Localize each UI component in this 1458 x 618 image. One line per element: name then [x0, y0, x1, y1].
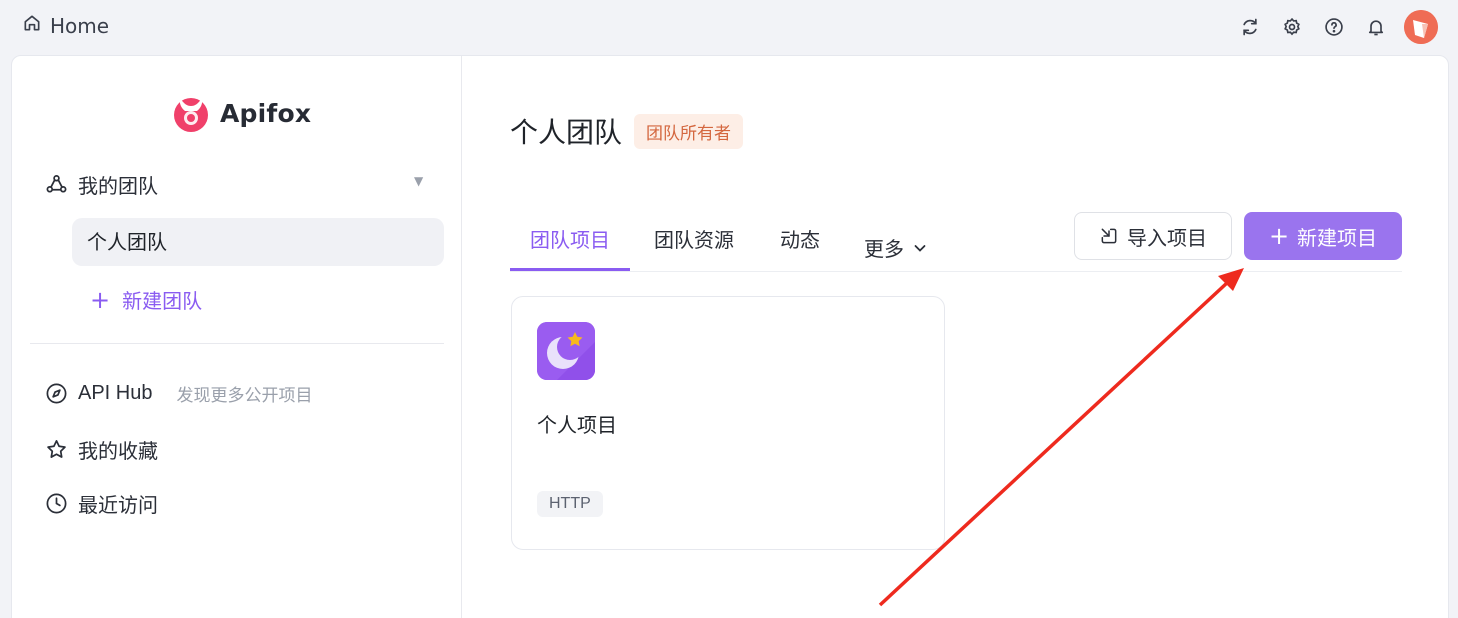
clock-icon — [46, 493, 67, 514]
home-link[interactable]: Home — [22, 13, 109, 38]
import-project-button[interactable]: 导入项目 — [1074, 212, 1232, 260]
logo-text: Apifox — [220, 98, 312, 128]
project-type-tag: HTTP — [537, 491, 603, 517]
owner-badge: 团队所有者 — [634, 113, 744, 149]
tab-activity[interactable]: 动态 — [780, 224, 820, 271]
plus-icon: + — [1268, 222, 1290, 250]
sidebar-item-api-hub[interactable]: API Hub 发现更多公开项目 — [45, 381, 312, 406]
sidebar-item-favorites[interactable]: 我的收藏 — [45, 435, 158, 464]
bell-icon[interactable] — [1366, 17, 1386, 37]
avatar[interactable] — [1404, 10, 1438, 44]
tab-more[interactable]: 更多 — [864, 224, 928, 271]
tab-team-resources[interactable]: 团队资源 — [654, 224, 734, 271]
new-project-button[interactable]: + 新建项目 — [1244, 212, 1402, 260]
page-header: 个人团队 团队所有者 — [510, 111, 744, 151]
sidebar: Apifox 我的团队 ▼ 个人团队 + 新建团队 API Hub 发现更多公开… — [12, 56, 462, 618]
my-teams-label: 我的团队 — [78, 174, 158, 198]
project-name: 个人项目 — [537, 413, 617, 437]
caret-down-icon[interactable]: ▼ — [414, 174, 423, 188]
sidebar-item-recent[interactable]: 最近访问 — [45, 489, 158, 518]
favorites-label: 我的收藏 — [78, 439, 158, 463]
home-icon — [22, 13, 42, 38]
star-icon — [47, 440, 66, 458]
sidebar-divider — [30, 343, 444, 344]
compass-icon — [46, 383, 67, 404]
recent-label: 最近访问 — [78, 493, 158, 517]
top-bar: Home — [0, 0, 1458, 52]
refresh-icon[interactable] — [1240, 17, 1260, 37]
apifox-logo: Apifox — [170, 92, 311, 134]
chevron-down-icon — [914, 244, 926, 252]
api-hub-subtitle: 发现更多公开项目 — [176, 386, 313, 406]
gear-icon[interactable] — [1282, 17, 1302, 37]
new-project-label: 新建项目 — [1297, 225, 1378, 250]
import-label: 导入项目 — [1127, 225, 1207, 250]
new-team-label: 新建团队 — [122, 289, 203, 313]
project-card[interactable]: 个人项目 HTTP — [511, 296, 945, 550]
tab-team-projects[interactable]: 团队项目 — [510, 224, 630, 271]
tab-more-label: 更多 — [864, 237, 904, 261]
main-panel: Apifox 我的团队 ▼ 个人团队 + 新建团队 API Hub 发现更多公开… — [11, 55, 1449, 618]
help-icon[interactable] — [1324, 17, 1344, 37]
import-icon — [1101, 228, 1117, 244]
api-hub-label: API Hub — [78, 382, 153, 404]
main-content: 个人团队 团队所有者 团队项目 团队资源 动态 更多 导入项目 + 新建项目 个… — [462, 56, 1448, 618]
top-actions — [1240, 10, 1438, 44]
sidebar-item-personal-team[interactable]: 个人团队 — [72, 218, 444, 266]
page-title: 个人团队 — [510, 116, 623, 149]
team-icon — [46, 175, 67, 193]
my-teams-toggle[interactable]: 我的团队 — [45, 170, 158, 199]
project-moon-icon — [537, 322, 595, 380]
new-team-button[interactable]: + 新建团队 — [90, 285, 202, 314]
plus-icon: + — [90, 285, 111, 314]
apifox-logo-icon — [174, 98, 208, 132]
home-label: Home — [50, 13, 110, 38]
